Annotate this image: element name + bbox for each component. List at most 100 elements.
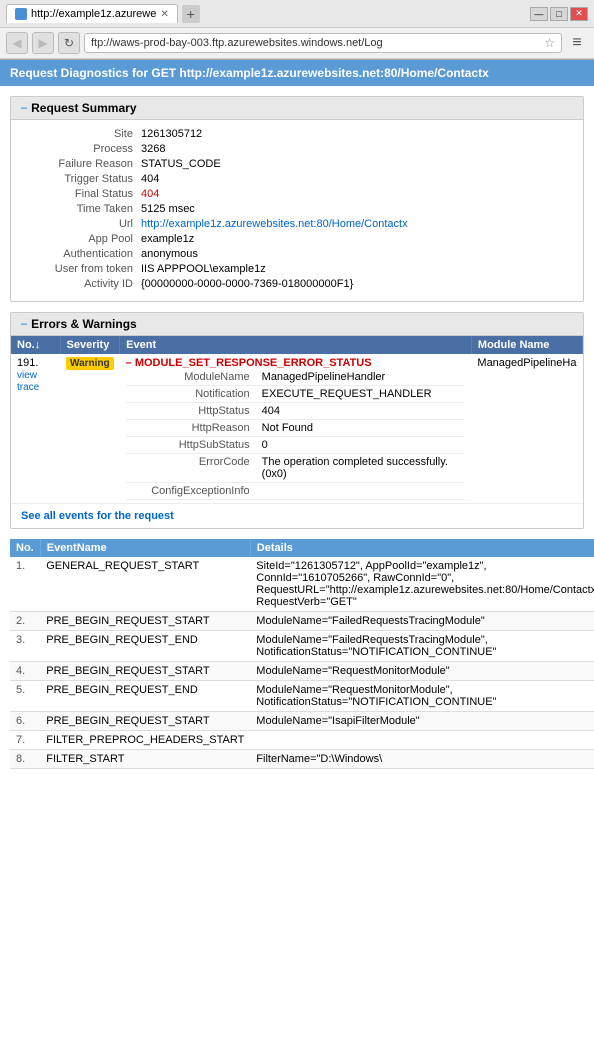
error-detail-row: HttpStatus404	[126, 403, 466, 420]
events-table-row: 4.PRE_BEGIN_REQUEST_STARTModuleName="Req…	[10, 662, 594, 681]
error-detail-value: 0	[256, 437, 466, 454]
summary-value: {00000000-0000-0000-7369-018000000F1}	[141, 278, 353, 290]
summary-row: Site1261305712	[21, 128, 573, 140]
error-detail-row: HttpReasonNot Found	[126, 420, 466, 437]
errors-warnings-toggle[interactable]: –	[21, 318, 27, 330]
summary-row: App Poolexample1z	[21, 233, 573, 245]
tab-close-button[interactable]: ✕	[160, 9, 168, 20]
events-table-body: 1.GENERAL_REQUEST_STARTSiteId="126130571…	[10, 557, 594, 769]
title-bar: http://example1z.azurewe ✕ + — □ ✕	[0, 0, 594, 28]
event-name: PRE_BEGIN_REQUEST_START	[40, 612, 250, 631]
summary-row: Trigger Status404	[21, 173, 573, 185]
refresh-button[interactable]: ↻	[58, 32, 80, 54]
page-header: Request Diagnostics for GET http://examp…	[0, 60, 594, 86]
event-row-no: 3.	[10, 631, 40, 662]
minimize-button[interactable]: —	[530, 7, 548, 21]
view-trace-link[interactable]: view trace	[17, 370, 39, 393]
event-details: ModuleName="FailedRequestsTracingModule"	[250, 612, 594, 631]
event-name: PRE_BEGIN_REQUEST_START	[40, 712, 250, 731]
summary-value[interactable]: http://example1z.azurewebsites.net:80/Ho…	[141, 218, 408, 230]
back-button[interactable]: ◀	[6, 32, 28, 54]
error-detail-row: NotificationEXECUTE_REQUEST_HANDLER	[126, 386, 466, 403]
summary-value: 5125 msec	[141, 203, 195, 215]
new-tab-button[interactable]: +	[182, 5, 200, 23]
events-col-no: No.	[10, 539, 40, 557]
col-severity: Severity	[60, 336, 120, 354]
event-details: FilterName="D:\Windows\	[250, 750, 594, 769]
forward-button[interactable]: ▶	[32, 32, 54, 54]
events-table-row: 1.GENERAL_REQUEST_STARTSiteId="126130571…	[10, 557, 594, 612]
error-event: – MODULE_SET_RESPONSE_ERROR_STATUS Modul…	[120, 354, 472, 504]
events-col-details: Details	[250, 539, 594, 557]
error-detail-label: HttpReason	[126, 420, 256, 437]
event-details: ModuleName="IsapiFilterModule"	[250, 712, 594, 731]
error-module: ManagedPipelineHa	[471, 354, 582, 504]
close-button[interactable]: ✕	[570, 7, 588, 21]
event-details: SiteId="1261305712", AppPoolId="example1…	[250, 557, 594, 612]
tab-title: http://example1z.azurewe	[31, 8, 156, 20]
summary-label: Process	[21, 143, 141, 155]
event-row-no: 7.	[10, 731, 40, 750]
error-detail-row: ModuleNameManagedPipelineHandler	[126, 369, 466, 386]
summary-label: Authentication	[21, 248, 141, 260]
error-detail-row: ConfigExceptionInfo	[126, 483, 466, 500]
event-details: ModuleName="FailedRequestsTracingModule"…	[250, 631, 594, 662]
errors-table-header-row: No.↓ Severity Event Module Name	[11, 336, 583, 354]
errors-warnings-section: – Errors & Warnings No.↓ Severity Event …	[10, 312, 584, 529]
error-detail-value: ManagedPipelineHandler	[256, 369, 466, 386]
events-table-row: 5.PRE_BEGIN_REQUEST_ENDModuleName="Reque…	[10, 681, 594, 712]
error-detail-table: ModuleNameManagedPipelineHandlerNotifica…	[126, 369, 466, 500]
see-all-events-link[interactable]: See all events for the request	[11, 504, 583, 528]
event-row-no: 1.	[10, 557, 40, 612]
summary-label: Url	[21, 218, 141, 230]
bookmark-icon[interactable]: ☆	[544, 36, 555, 50]
events-table-row: 6.PRE_BEGIN_REQUEST_STARTModuleName="Isa…	[10, 712, 594, 731]
events-col-name: EventName	[40, 539, 250, 557]
request-summary-toggle[interactable]: –	[21, 102, 27, 114]
summary-row: Urlhttp://example1z.azurewebsites.net:80…	[21, 218, 573, 230]
errors-table-container: No.↓ Severity Event Module Name 191. vie…	[11, 336, 583, 528]
nav-bar: ◀ ▶ ↻ ftp://waws-prod-bay-003.ftp.azurew…	[0, 28, 594, 59]
event-name: FILTER_START	[40, 750, 250, 769]
error-detail-label: HttpStatus	[126, 403, 256, 420]
event-name: PRE_BEGIN_REQUEST_END	[40, 631, 250, 662]
event-row-no: 8.	[10, 750, 40, 769]
error-detail-label: Notification	[126, 386, 256, 403]
browser-tab[interactable]: http://example1z.azurewe ✕	[6, 4, 178, 23]
summary-row: Process3268	[21, 143, 573, 155]
event-row-no: 4.	[10, 662, 40, 681]
browser-menu-button[interactable]: ≡	[566, 32, 588, 54]
request-summary-title: Request Summary	[31, 101, 136, 115]
event-name: PRE_BEGIN_REQUEST_END	[40, 681, 250, 712]
event-row-no: 5.	[10, 681, 40, 712]
summary-label: Failure Reason	[21, 158, 141, 170]
summary-value: 3268	[141, 143, 165, 155]
maximize-button[interactable]: □	[550, 7, 568, 21]
error-row: 191. view trace Warning – MODULE_SET_RES…	[11, 354, 583, 504]
error-detail-value: EXECUTE_REQUEST_HANDLER	[256, 386, 466, 403]
summary-value: example1z	[141, 233, 194, 245]
events-table-row: 2.PRE_BEGIN_REQUEST_STARTModuleName="Fai…	[10, 612, 594, 631]
request-summary-header: – Request Summary	[11, 97, 583, 120]
address-bar[interactable]: ftp://waws-prod-bay-003.ftp.azurewebsite…	[84, 33, 562, 53]
page-header-text: Request Diagnostics for GET http://examp…	[10, 66, 489, 80]
error-detail-label: ModuleName	[126, 369, 256, 386]
summary-value: 404	[141, 188, 159, 200]
error-detail-row: ErrorCodeThe operation completed success…	[126, 454, 466, 483]
summary-value: 1261305712	[141, 128, 202, 140]
events-table-header-row: No. EventName Details Time	[10, 539, 594, 557]
summary-label: App Pool	[21, 233, 141, 245]
summary-row: User from tokenIIS APPPOOL\example1z	[21, 263, 573, 275]
summary-label: Site	[21, 128, 141, 140]
error-detail-value	[256, 483, 466, 500]
events-table: No. EventName Details Time 1.GENERAL_REQ…	[10, 539, 594, 769]
event-row-no: 6.	[10, 712, 40, 731]
address-text: ftp://waws-prod-bay-003.ftp.azurewebsite…	[91, 37, 540, 49]
event-details: ModuleName="RequestMonitorModule"	[250, 662, 594, 681]
event-name: PRE_BEGIN_REQUEST_START	[40, 662, 250, 681]
browser-chrome: http://example1z.azurewe ✕ + — □ ✕ ◀ ▶ ↻…	[0, 0, 594, 60]
summary-row: Activity ID{00000000-0000-0000-7369-0180…	[21, 278, 573, 290]
summary-row: Time Taken5125 msec	[21, 203, 573, 215]
errors-warnings-title: Errors & Warnings	[31, 317, 137, 331]
col-event: Event	[120, 336, 472, 354]
